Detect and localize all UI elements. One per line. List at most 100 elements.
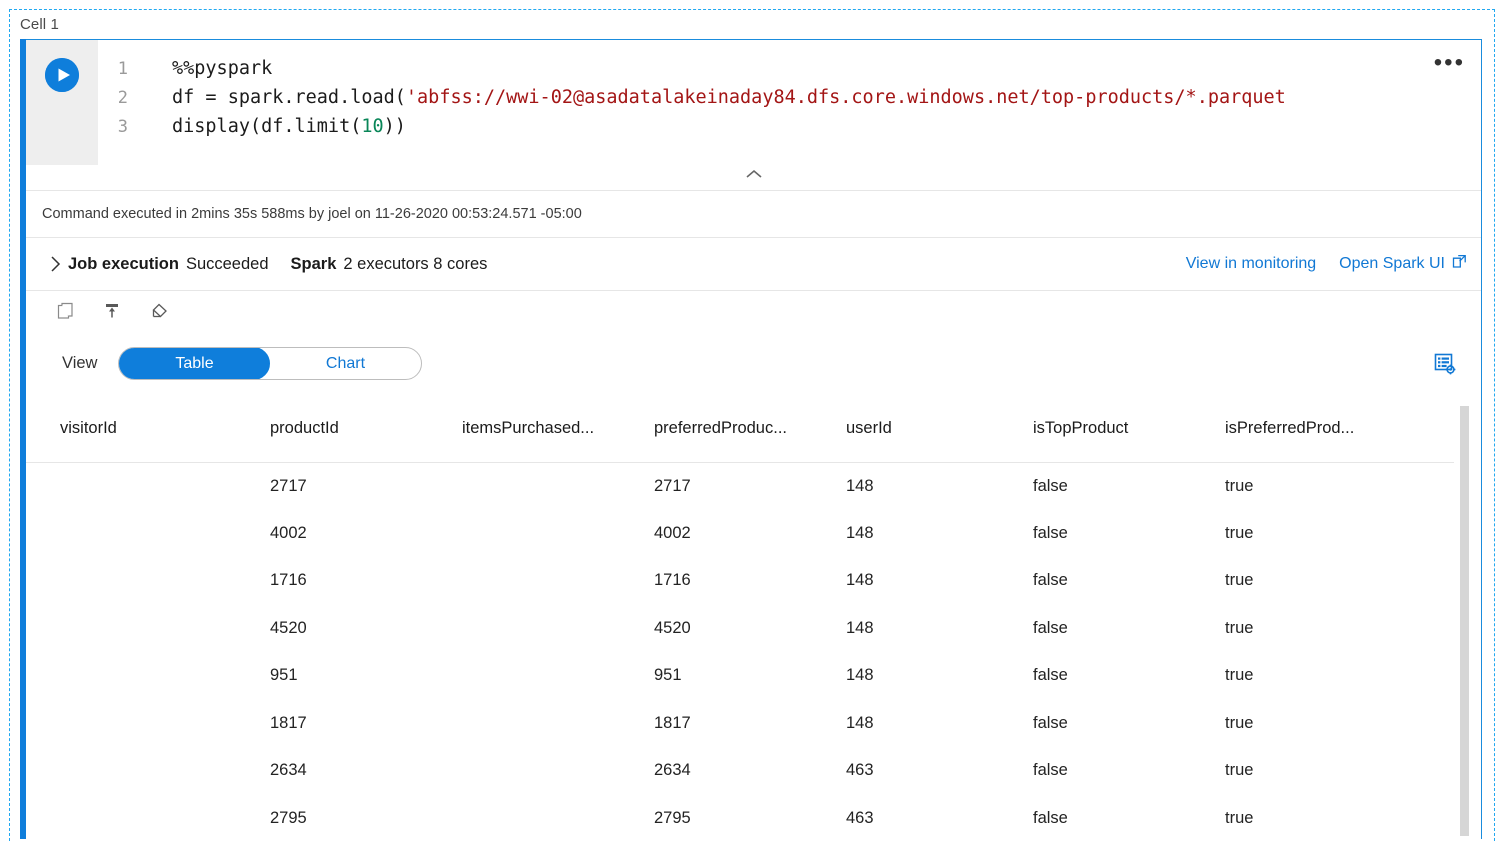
code-text-tail: )) <box>383 116 406 137</box>
results-table-head: visitorId productId itemsPurchased... pr… <box>26 396 1454 463</box>
table-row[interactable]: 2717 2717 148 false true <box>26 462 1454 510</box>
table-cell: 951 <box>654 666 682 685</box>
table-cell: 2634 <box>654 761 691 780</box>
results-table-container[interactable]: visitorId productId itemsPurchased... pr… <box>26 396 1481 840</box>
command-executed-text: Command executed in 2mins 35s 588ms by j… <box>42 206 582 222</box>
copy-icon[interactable] <box>54 299 78 323</box>
view-mode-toggle: Table Chart <box>118 347 423 380</box>
cell-more-options-button[interactable]: ••• <box>1434 51 1465 75</box>
clear-output-icon[interactable] <box>146 299 170 323</box>
view-label: View <box>62 354 98 372</box>
line-number: 1 <box>117 58 128 79</box>
table-header-row: visitorId productId itemsPurchased... pr… <box>26 396 1454 463</box>
cell-editor-row: 1 %%pyspark 2 df = spark.read.load('abfs… <box>26 40 1481 165</box>
table-cell <box>26 700 236 748</box>
view-mode-chart[interactable]: Chart <box>269 348 421 379</box>
code-editor[interactable]: 1 %%pyspark 2 df = spark.read.load('abfs… <box>98 40 1481 165</box>
table-cell <box>428 462 620 510</box>
table-cell <box>428 510 620 558</box>
column-header-userid[interactable]: userId <box>812 396 999 463</box>
table-cell: true <box>1225 476 1254 495</box>
move-to-top-icon[interactable] <box>100 299 124 323</box>
line-number: 2 <box>117 87 128 108</box>
code-text: df = spark.read.load( <box>172 87 406 108</box>
table-cell: true <box>1225 571 1254 590</box>
table-cell: 148 <box>846 523 874 542</box>
table-cell: 4520 <box>654 618 691 637</box>
view-in-monitoring-link[interactable]: View in monitoring <box>1186 255 1316 273</box>
table-row[interactable]: 1716 1716 148 false true <box>26 557 1454 605</box>
table-cell <box>428 652 620 700</box>
command-executed-status: Command executed in 2mins 35s 588ms by j… <box>26 191 1481 238</box>
table-cell: true <box>1225 808 1254 827</box>
table-cell <box>26 747 236 795</box>
job-execution-state: Succeeded <box>185 254 269 273</box>
table-cell: 4520 <box>270 618 307 637</box>
table-cell <box>26 652 236 700</box>
run-cell-button[interactable] <box>45 58 79 92</box>
results-vertical-scrollbar[interactable] <box>1460 396 1469 840</box>
open-spark-ui-link[interactable]: Open Spark UI <box>1339 254 1467 274</box>
table-cell: true <box>1225 618 1254 637</box>
view-mode-table[interactable]: Table <box>119 348 271 379</box>
results-scrollbar-thumb[interactable] <box>1460 406 1469 836</box>
table-cell: 148 <box>846 476 874 495</box>
table-cell <box>428 557 620 605</box>
table-cell: true <box>1225 713 1254 732</box>
table-cell: false <box>1033 476 1068 495</box>
column-header-visitorid[interactable]: visitorId <box>26 396 236 463</box>
column-header-istopproduct[interactable]: isTopProduct <box>999 396 1191 463</box>
table-row[interactable]: 2634 2634 463 false true <box>26 747 1454 795</box>
cell-label: Cell 1 <box>20 16 59 33</box>
table-cell <box>26 795 236 841</box>
table-cell: 2717 <box>654 476 691 495</box>
table-cell <box>26 462 236 510</box>
cell-run-gutter <box>26 40 98 165</box>
job-execution-title: Job execution <box>68 254 179 273</box>
table-cell: false <box>1033 713 1068 732</box>
table-cell <box>428 795 620 841</box>
table-row[interactable]: 951 951 148 false true <box>26 652 1454 700</box>
chevron-right-icon[interactable] <box>42 254 68 274</box>
column-header-productid[interactable]: productId <box>236 396 428 463</box>
code-line: 2 df = spark.read.load('abfss://wwi-02@a… <box>98 83 1481 112</box>
table-cell: 4002 <box>654 523 691 542</box>
table-cell <box>428 700 620 748</box>
table-cell: false <box>1033 618 1068 637</box>
table-cell: 4002 <box>270 523 307 542</box>
table-settings-icon[interactable] <box>1431 350 1459 378</box>
table-cell <box>428 747 620 795</box>
table-cell: 2634 <box>270 761 307 780</box>
table-cell: 2795 <box>270 808 307 827</box>
table-cell <box>26 557 236 605</box>
view-in-monitoring-label: View in monitoring <box>1185 255 1317 272</box>
notebook-cell: 1 %%pyspark 2 df = spark.read.load('abfs… <box>20 39 1482 840</box>
table-cell: 1716 <box>270 571 307 590</box>
line-number: 3 <box>117 116 128 137</box>
table-cell: true <box>1225 523 1254 542</box>
table-cell: false <box>1033 761 1068 780</box>
table-cell: 2795 <box>654 808 691 827</box>
table-cell: true <box>1225 666 1254 685</box>
chevron-up-icon[interactable] <box>743 167 765 186</box>
external-link-icon <box>1452 254 1467 274</box>
table-cell: 1817 <box>270 713 307 732</box>
code-string-literal: 'abfss://wwi-02@asadatalakeinaday84.dfs.… <box>405 87 1286 108</box>
column-header-preferredproduct[interactable]: preferredProduc... <box>620 396 812 463</box>
output-view-bar: View Table Chart <box>26 331 1481 396</box>
table-row[interactable]: 4520 4520 148 false true <box>26 605 1454 653</box>
output-actions-toolbar <box>26 291 1481 331</box>
table-cell: 2717 <box>270 476 307 495</box>
table-cell: 1716 <box>654 571 691 590</box>
table-row[interactable]: 1817 1817 148 false true <box>26 700 1454 748</box>
column-header-itemspurchased[interactable]: itemsPurchased... <box>428 396 620 463</box>
table-row[interactable]: 4002 4002 148 false true <box>26 510 1454 558</box>
open-spark-ui-label: Open Spark UI <box>1339 255 1445 272</box>
notebook-cell-screen: Cell 1 1 %%pyspark 2 df = spark.read.loa… <box>0 0 1502 843</box>
job-execution-bar: Job execution Succeeded Spark 2 executor… <box>26 238 1481 291</box>
column-header-ispreferredproduct[interactable]: isPreferredProd... <box>1191 396 1454 463</box>
code-line: 3 display(df.limit(10)) <box>98 112 1481 141</box>
table-row[interactable]: 2795 2795 463 false true <box>26 795 1454 841</box>
results-table-body: 2717 2717 148 false true 4002 4002 148 false true… <box>26 462 1454 840</box>
job-execution-summary: Job execution Succeeded Spark 2 executor… <box>68 255 487 274</box>
